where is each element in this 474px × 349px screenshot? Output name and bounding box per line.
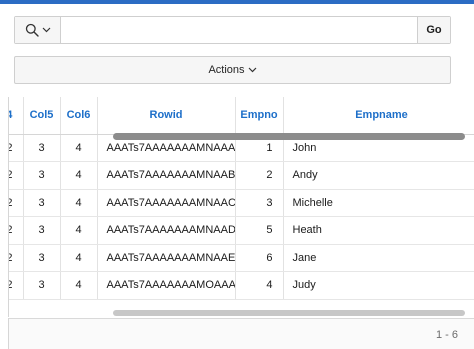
actions-label: Actions [208,64,245,76]
cell-col6: 4 [60,271,98,300]
cell-col5: 3 [23,244,61,272]
actions-menu-button[interactable]: Actions [14,56,451,84]
horizontal-scrollbar-top[interactable] [113,133,465,140]
header-row: 4 Col5 Col6 Rowid Empno Empname [9,97,474,135]
column-header-col5[interactable]: Col5 [23,97,61,135]
table-row: 2 3 4 AAATs7AAAAAAAMNAAE 6 Jane [9,244,474,272]
cell-4: 2 [9,134,24,162]
horizontal-scrollbar-bottom[interactable] [113,310,465,316]
cell-empno: 5 [235,216,284,245]
cell-rowid: AAATs7AAAAAAAMNAAB [97,161,236,190]
cell-4: 2 [9,161,24,190]
table-row: 2 3 4 AAATs7AAAAAAAMNAAC 3 Michelle [9,189,474,217]
cell-empname: Judy [283,271,474,300]
cell-empname: Michelle [283,189,474,217]
cell-col5: 3 [23,216,61,245]
cell-rowid: AAATs7AAAAAAAMNAAE [97,244,236,272]
cell-col6: 4 [60,134,98,162]
cell-empname: Jane [283,244,474,272]
table-row: 2 3 4 AAATs7AAAAAAAMNAAB 2 Andy [9,161,474,190]
cell-4: 2 [9,244,24,272]
search-input[interactable] [61,17,417,43]
column-header-col6[interactable]: Col6 [60,97,98,135]
cell-col5: 3 [23,189,61,217]
cell-col6: 4 [60,244,98,272]
table-row: 2 3 4 AAATs7AAAAAAAMOAAA 4 Judy [9,271,474,300]
cell-col5: 3 [23,271,61,300]
cell-empname: Heath [283,216,474,245]
cell-4: 2 [9,216,24,245]
grid-footer: 1 - 6 [8,318,474,349]
search-bar: Go [14,16,451,44]
cell-empname: Andy [283,161,474,190]
cell-col5: 3 [23,161,61,190]
cell-col6: 4 [60,161,98,190]
table-row: 2 3 4 AAATs7AAAAAAAMNAAD 5 Heath [9,216,474,245]
report-grid: 4 Col5 Col6 Rowid Empno Empname 2 3 4 AA… [8,97,474,317]
cell-empno: 3 [235,189,284,217]
report-table: 4 Col5 Col6 Rowid Empno Empname 2 3 4 AA… [9,97,474,300]
search-icon [25,23,39,37]
search-column-menu-button[interactable] [15,17,61,43]
cell-empno: 2 [235,161,284,190]
cell-col5: 3 [23,134,61,162]
pagination-range: 1 - 6 [435,329,458,341]
cell-rowid: AAATs7AAAAAAAMNAAD [97,216,236,245]
column-header-4[interactable]: 4 [9,97,24,135]
column-header-rowid[interactable]: Rowid [97,97,236,135]
chevron-down-icon [42,27,50,33]
cell-rowid: AAATs7AAAAAAAMNAAC [97,189,236,217]
top-accent-bar [0,0,474,4]
column-header-empname[interactable]: Empname [283,97,474,135]
cell-empno: 4 [235,271,284,300]
cell-col6: 4 [60,216,98,245]
chevron-down-icon [248,67,256,73]
cell-empno: 6 [235,244,284,272]
cell-rowid: AAATs7AAAAAAAMOAAA [97,271,236,300]
column-header-empno[interactable]: Empno [235,97,284,135]
go-button[interactable]: Go [417,17,450,43]
cell-4: 2 [9,271,24,300]
cell-4: 2 [9,189,24,217]
cell-col6: 4 [60,189,98,217]
